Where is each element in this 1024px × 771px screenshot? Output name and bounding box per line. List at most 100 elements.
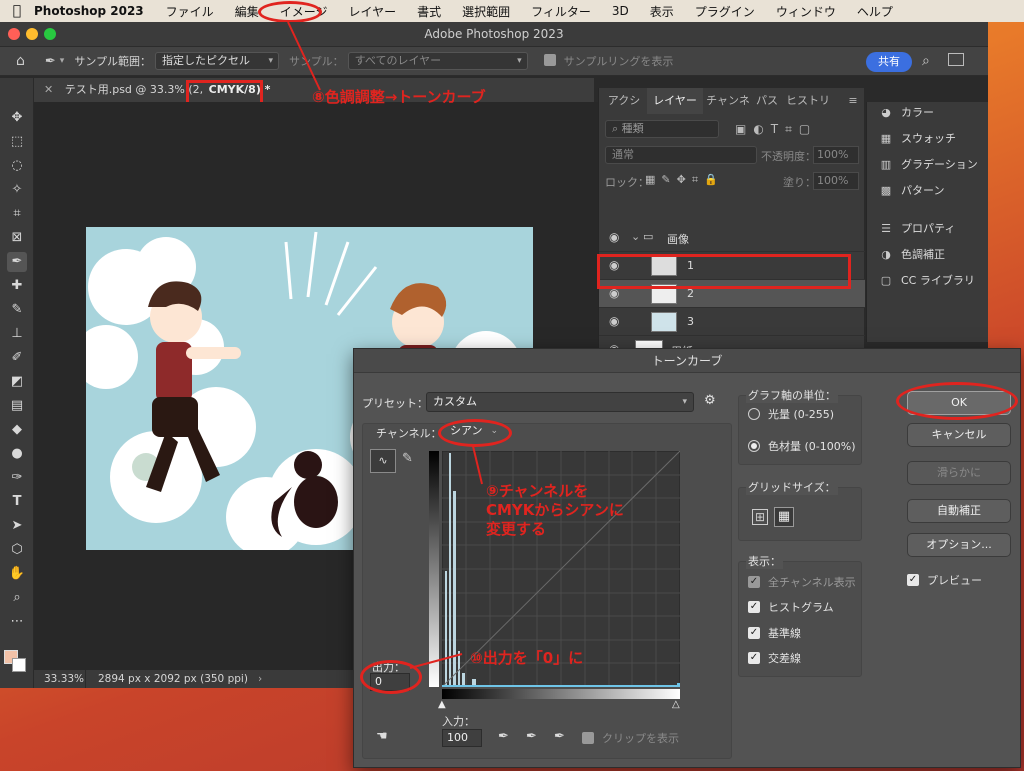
gradient-panel-button[interactable]: ▥ グラデーション	[877, 154, 978, 176]
color-panel-button[interactable]: ◕ カラー	[877, 102, 934, 124]
pen-tool-icon[interactable]: ✑	[7, 468, 27, 488]
panel-menu-icon[interactable]: ≡	[843, 88, 863, 114]
menu-plugins[interactable]: プラグイン	[695, 3, 755, 20]
pattern-panel-button[interactable]: ▩ パターン	[877, 180, 945, 202]
menu-select[interactable]: 選択範囲	[462, 3, 510, 20]
menu-edit[interactable]: 編集	[235, 3, 259, 20]
input-input[interactable]: 100	[442, 729, 482, 747]
show-all-channels-option[interactable]: ✓ 全チャンネル表示	[748, 575, 856, 591]
opacity-input[interactable]: 100%	[813, 146, 859, 164]
zoom-tool-icon[interactable]: ⌕	[7, 588, 27, 608]
black-eyedropper-icon[interactable]: ✒	[498, 729, 509, 744]
lasso-tool-icon[interactable]: ◌	[7, 156, 27, 176]
grid-detailed-icon[interactable]: ▦	[774, 507, 794, 527]
lock-icons[interactable]: ▦✎✥⌗🔒	[645, 173, 724, 187]
app-name[interactable]: Photoshop 2023	[34, 4, 144, 18]
menu-layer[interactable]: レイヤー	[348, 3, 396, 20]
blur-tool-icon[interactable]: ◆	[7, 420, 27, 440]
options-button[interactable]: オプション...	[907, 533, 1011, 557]
zoom-window-button[interactable]	[44, 28, 56, 40]
menu-type[interactable]: 書式	[417, 3, 441, 20]
tab-history[interactable]: ヒストリ	[783, 88, 833, 114]
eye-icon[interactable]: ◉	[609, 314, 619, 328]
auto-button[interactable]: 自動補正	[907, 499, 1011, 523]
grid-simple-icon[interactable]: ⊞	[752, 509, 768, 525]
swatches-panel-button[interactable]: ▦ スウォッチ	[877, 128, 956, 150]
share-button[interactable]: 共有	[866, 52, 912, 72]
adjustments-panel-button[interactable]: ◑ 色調補正	[877, 244, 945, 266]
smooth-button[interactable]: 滑らかに	[907, 461, 1011, 485]
menu-help[interactable]: ヘルプ	[857, 3, 893, 20]
tab-channels[interactable]: チャンネ	[705, 88, 751, 114]
tab-actions[interactable]: アクショ	[603, 88, 645, 133]
menu-view[interactable]: 表示	[650, 3, 674, 20]
show-all-channels-checkbox[interactable]: ✓	[748, 576, 760, 588]
show-histogram-option[interactable]: ✓ ヒストグラム	[748, 600, 834, 616]
crop-tool-icon[interactable]: ⌗	[7, 204, 27, 224]
axis-light-radio[interactable]	[748, 408, 760, 420]
chevron-down-icon[interactable]: ▾	[60, 56, 65, 66]
preview-checkbox[interactable]: ✓	[907, 574, 919, 586]
preview-option[interactable]: ✓ プレビュー	[907, 573, 982, 589]
eyedropper-tool-icon[interactable]: ✒	[7, 252, 27, 272]
stamp-tool-icon[interactable]: ⊥	[7, 324, 27, 344]
path-select-icon[interactable]: ➤	[7, 516, 27, 536]
background-color-swatch[interactable]	[12, 658, 26, 672]
axis-pigment-option[interactable]: 色材量 (0-100%)	[748, 439, 856, 455]
curve-point-tool-icon[interactable]: ∿	[370, 449, 396, 473]
show-ring-checkbox[interactable]	[543, 54, 556, 66]
preset-select[interactable]: カスタム ▾	[426, 392, 694, 412]
close-window-button[interactable]	[8, 28, 20, 40]
close-tab-icon[interactable]: ✕	[44, 83, 53, 96]
dodge-tool-icon[interactable]: ●	[7, 444, 27, 464]
sample-size-select[interactable]: 指定したピクセル ▾	[155, 52, 279, 70]
workspace-icon[interactable]	[948, 53, 964, 66]
menu-file[interactable]: ファイル	[166, 3, 214, 20]
show-baseline-checkbox[interactable]: ✓	[748, 627, 760, 639]
show-intersect-option[interactable]: ✓ 交差線	[748, 651, 801, 667]
menu-window[interactable]: ウィンドウ	[776, 3, 836, 20]
eraser-tool-icon[interactable]: ◩	[7, 372, 27, 392]
eyedropper-tool-icon[interactable]: ✒	[45, 54, 56, 69]
fill-input[interactable]: 100%	[813, 172, 859, 190]
home-icon[interactable]: ⌂	[16, 53, 25, 69]
layer-filter-icons[interactable]: ▣◐T⌗▢	[735, 122, 817, 137]
sample-select[interactable]: すべてのレイヤー ▾	[347, 52, 528, 70]
shape-tool-icon[interactable]: ⬡	[7, 540, 27, 560]
type-tool-icon[interactable]: T	[7, 492, 27, 512]
cancel-button[interactable]: キャンセル	[907, 423, 1011, 447]
apple-icon[interactable]: 	[0, 3, 34, 19]
move-tool-icon[interactable]: ✥	[7, 108, 27, 128]
layer-row-group[interactable]: ◉ ⌄ ▭ 画像	[599, 224, 865, 252]
gradient-tool-icon[interactable]: ▤	[7, 396, 27, 416]
healing-brush-icon[interactable]: ✚	[7, 276, 27, 296]
properties-panel-button[interactable]: ☰ プロパティ	[877, 218, 955, 240]
black-point-slider[interactable]: ▲	[438, 699, 446, 710]
gear-icon[interactable]: ⚙	[704, 393, 716, 408]
menu-filter[interactable]: フィルター	[531, 3, 591, 20]
search-icon[interactable]: ⌕	[922, 53, 930, 69]
show-histogram-checkbox[interactable]: ✓	[748, 601, 760, 613]
clip-toggle[interactable]: クリップを表示	[582, 731, 679, 747]
more-tools-icon[interactable]: ⋯	[7, 612, 27, 632]
show-baseline-option[interactable]: ✓ 基準線	[748, 626, 801, 642]
marquee-tool-icon[interactable]: ⬚	[7, 132, 27, 152]
show-intersect-checkbox[interactable]: ✓	[748, 652, 760, 664]
chevron-right-icon[interactable]: ›	[258, 670, 262, 688]
menu-3d[interactable]: 3D	[612, 4, 629, 18]
clip-checkbox[interactable]	[582, 732, 594, 744]
frame-tool-icon[interactable]: ⊠	[7, 228, 27, 248]
libraries-panel-button[interactable]: ▢ CC ライブラリ	[877, 270, 975, 292]
white-point-slider[interactable]: △	[672, 699, 680, 710]
hand-tool-icon[interactable]: ✋	[7, 564, 27, 584]
chevron-down-icon[interactable]: ⌄	[631, 230, 640, 243]
layer-row-3[interactable]: ◉ 3	[599, 308, 865, 336]
minimize-window-button[interactable]	[26, 28, 38, 40]
layer-filter-select[interactable]: ⌕ 種類	[605, 120, 719, 138]
magic-wand-tool-icon[interactable]: ✧	[7, 180, 27, 200]
white-eyedropper-icon[interactable]: ✒	[554, 729, 565, 744]
axis-light-option[interactable]: 光量 (0-255)	[748, 407, 834, 423]
target-adjust-hand-icon[interactable]: ☚	[376, 729, 388, 744]
tab-layers[interactable]: レイヤー	[647, 88, 703, 114]
gray-eyedropper-icon[interactable]: ✒	[526, 729, 537, 744]
